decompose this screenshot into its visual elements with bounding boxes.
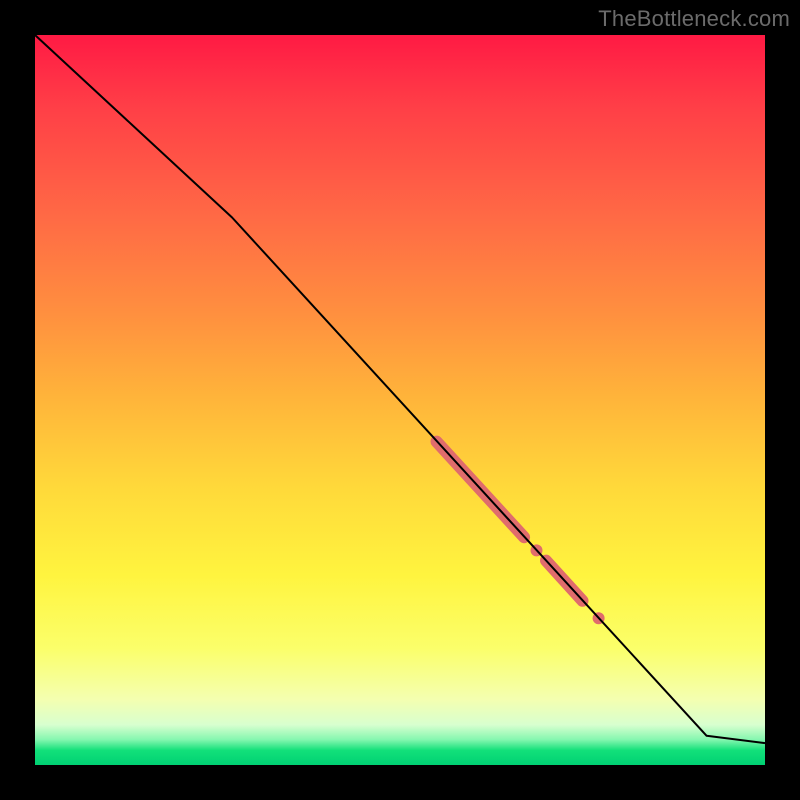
- main-curve: [35, 35, 765, 743]
- chart-overlay: [35, 35, 765, 765]
- watermark-text: TheBottleneck.com: [598, 6, 790, 32]
- chart-stage: TheBottleneck.com: [0, 0, 800, 800]
